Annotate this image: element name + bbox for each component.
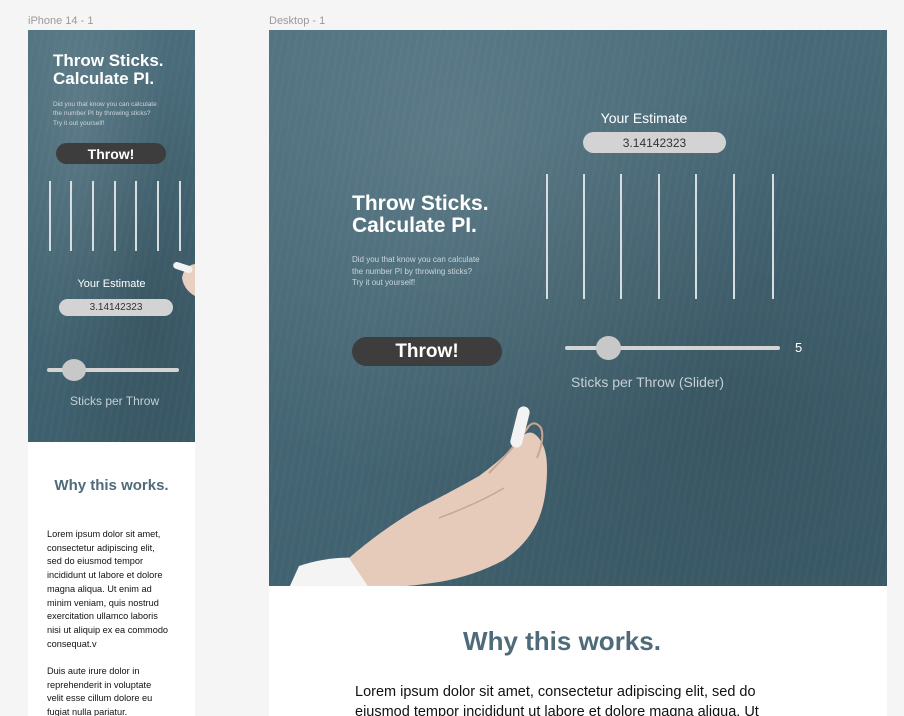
text-line: sed do eiusmod tempor	[47, 556, 144, 567]
desktop-slider-value: 5	[795, 340, 803, 355]
mobile-estimate-value: 3.14142323	[59, 299, 173, 316]
stick	[92, 181, 94, 251]
mobile-title-line2: Calculate PI.	[53, 68, 155, 88]
text-line: velit esse cillum dolore eu	[47, 693, 153, 704]
mobile-desc-line3: Try it out yourself!	[53, 119, 105, 127]
mobile-hero-title: Throw Sticks. Calculate PI.	[53, 52, 164, 88]
text-line: consectetur adipiscing elit,	[47, 542, 155, 553]
stick	[695, 174, 697, 299]
mobile-desc-line1: Did you that know you can calculate	[53, 101, 157, 108]
stick	[70, 181, 72, 251]
text-line: minim veniam, quis nostrud	[47, 597, 159, 608]
desktop-desc-line1: Did you that know you can calculate	[352, 255, 480, 264]
text-line: eiusmod tempor incididunt ut labore et d…	[355, 704, 759, 716]
mobile-desc-line2: the number PI by throwing sticks?	[53, 110, 151, 118]
desktop-title-line1: Throw Sticks.	[352, 192, 489, 215]
desktop-why-heading: Why this works.	[463, 626, 661, 656]
mobile-hero: Throw Sticks. Calculate PI. Did you that…	[28, 30, 195, 442]
desktop-title-line2: Calculate PI.	[352, 214, 477, 238]
stick	[772, 174, 774, 299]
desktop-hero-description: Did you that know you can calculate the …	[352, 254, 480, 289]
slider-knob[interactable]	[62, 359, 86, 381]
stick	[114, 181, 116, 251]
mobile-why-heading: Why this works.	[54, 477, 169, 494]
stick	[583, 174, 585, 299]
mobile-why-paragraph-1: Lorem ipsum dolor sit amet, consectetur …	[47, 528, 168, 651]
mobile-hero-description: Did you that know you can calculate the …	[53, 100, 157, 128]
desktop-why-paragraph: Lorem ipsum dolor sit amet, consectetur …	[355, 682, 759, 716]
mobile-why-paragraph-2: Duis aute irure dolor in reprehenderit i…	[47, 665, 152, 716]
slider-knob[interactable]	[596, 336, 621, 360]
mobile-throw-button[interactable]: Throw!	[56, 143, 166, 164]
stick	[49, 181, 51, 251]
mobile-title-line1: Throw Sticks.	[53, 51, 164, 70]
stick	[620, 174, 622, 299]
mobile-estimate-label: Your Estimate	[77, 278, 146, 290]
desktop-frame-label: Desktop - 1	[269, 15, 326, 27]
text-line: fugiat nulla pariatur.	[47, 707, 128, 716]
desktop-desc-line2: the number PI by throwing sticks?	[352, 266, 473, 276]
desktop-hero: Throw Sticks. Calculate PI. Did you that…	[269, 30, 887, 586]
mobile-why-section: Why this works. Lorem ipsum dolor sit am…	[28, 442, 195, 716]
desktop-desc-line3: Try it out yourself!	[352, 278, 416, 288]
mobile-frame-label: iPhone 14 - 1	[28, 15, 94, 27]
text-line: reprehenderit in voluptate	[47, 679, 152, 690]
stick	[135, 181, 137, 251]
stick	[733, 174, 735, 299]
stick	[658, 174, 660, 299]
text-line: incididunt ut labore et dolore	[47, 570, 163, 581]
stick	[179, 181, 181, 251]
desktop-estimate-value: 3.14142323	[583, 132, 726, 153]
desktop-hero-title: Throw Sticks. Calculate PI.	[352, 192, 489, 238]
desktop-throw-button[interactable]: Throw!	[352, 337, 502, 366]
desktop-why-section: Why this works. Lorem ipsum dolor sit am…	[269, 586, 887, 716]
stick	[157, 181, 159, 251]
text-line: magna aliqua. Ut enim ad	[47, 583, 152, 594]
text-line: consequat.v	[47, 638, 97, 649]
desktop-estimate-label: Your Estimate	[600, 110, 688, 126]
desktop-slider-label: Sticks per Throw (Slider)	[571, 374, 725, 390]
text-line: nisi ut aliquip ex ea commodo	[47, 624, 169, 635]
text-line: exercitation ullamco laboris	[47, 611, 158, 622]
hand-chalk-image	[289, 406, 547, 586]
mobile-slider-label: Sticks per Throw	[70, 394, 160, 408]
stick	[546, 174, 548, 299]
text-line: Duis aute irure dolor in	[47, 666, 140, 676]
text-line: Lorem ipsum dolor sit amet,	[47, 529, 161, 539]
text-line: Lorem ipsum dolor sit amet, consectetur …	[355, 684, 756, 700]
